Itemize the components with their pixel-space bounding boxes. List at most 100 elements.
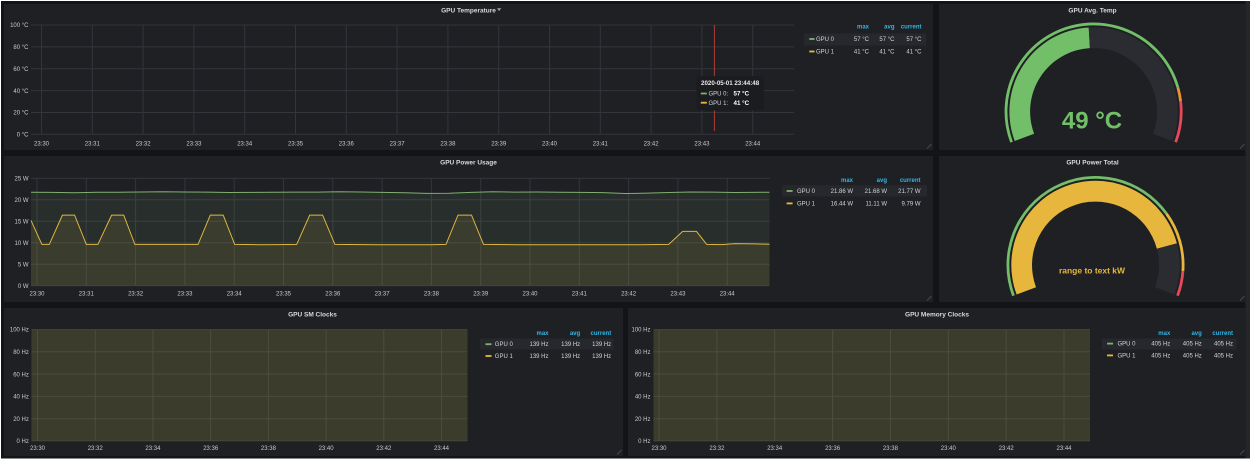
svg-text:20 Hz: 20 Hz	[635, 417, 651, 423]
svg-text:139 Hz: 139 Hz	[592, 342, 611, 348]
svg-text:23:40: 23:40	[542, 142, 558, 148]
svg-text:23:36: 23:36	[339, 142, 355, 148]
svg-text:current: current	[901, 25, 922, 31]
svg-text:23:30: 23:30	[34, 142, 50, 148]
svg-text:139 Hz: 139 Hz	[592, 354, 611, 360]
svg-text:57 °C: 57 °C	[734, 91, 750, 98]
svg-text:405 Hz: 405 Hz	[1214, 342, 1233, 348]
svg-text:23:32: 23:32	[709, 446, 725, 452]
svg-text:23:43: 23:43	[670, 292, 686, 298]
svg-text:41 °C: 41 °C	[854, 50, 870, 56]
svg-text:57 °C: 57 °C	[854, 37, 870, 43]
svg-text:23:32: 23:32	[136, 142, 152, 148]
svg-text:current: current	[900, 178, 921, 184]
svg-text:avg: avg	[877, 178, 888, 184]
svg-text:60 °C: 60 °C	[13, 67, 29, 73]
svg-text:23:38: 23:38	[883, 446, 899, 452]
svg-text:41 °C: 41 °C	[906, 50, 922, 56]
svg-text:GPU 0: GPU 0	[1118, 342, 1137, 348]
svg-text:23:36: 23:36	[203, 446, 219, 452]
svg-text:20 Hz: 20 Hz	[13, 417, 29, 423]
svg-text:49 °C: 49 °C	[1062, 107, 1122, 134]
svg-text:23:40: 23:40	[941, 446, 957, 452]
svg-text:139 Hz: 139 Hz	[529, 342, 548, 348]
svg-text:current: current	[591, 331, 612, 337]
svg-text:23:35: 23:35	[288, 142, 304, 148]
svg-text:avg: avg	[1191, 331, 1202, 337]
svg-text:41 °C: 41 °C	[734, 100, 750, 107]
svg-text:23:36: 23:36	[325, 292, 341, 298]
svg-text:23:33: 23:33	[186, 142, 202, 148]
svg-text:GPU 0: GPU 0	[797, 189, 816, 195]
svg-text:100 °C: 100 °C	[10, 23, 29, 29]
svg-text:23:30: 23:30	[30, 446, 46, 452]
svg-text:23:34: 23:34	[767, 446, 783, 452]
svg-text:23:38: 23:38	[424, 292, 440, 298]
svg-text:80 Hz: 80 Hz	[635, 350, 651, 356]
svg-text:16.44 W: 16.44 W	[831, 201, 854, 207]
svg-text:23:42: 23:42	[644, 142, 660, 148]
svg-text:405 Hz: 405 Hz	[1183, 353, 1202, 359]
svg-text:23:31: 23:31	[85, 142, 101, 148]
svg-text:23:44: 23:44	[1056, 446, 1072, 452]
svg-text:23:41: 23:41	[572, 292, 588, 298]
svg-text:20 °C: 20 °C	[13, 111, 29, 117]
svg-text:80 Hz: 80 Hz	[13, 350, 29, 356]
svg-text:GPU Temperature: GPU Temperature	[441, 7, 496, 14]
svg-text:avg: avg	[884, 25, 895, 31]
svg-text:41 °C: 41 °C	[879, 50, 895, 56]
svg-text:139 Hz: 139 Hz	[561, 342, 580, 348]
svg-text:GPU 0: GPU 0	[816, 37, 835, 43]
svg-text:0 °C: 0 °C	[17, 133, 29, 139]
svg-text:max: max	[857, 25, 870, 31]
svg-text:23:36: 23:36	[825, 446, 841, 452]
svg-text:20 W: 20 W	[14, 198, 28, 204]
svg-text:23:42: 23:42	[376, 446, 392, 452]
svg-text:23:40: 23:40	[319, 446, 335, 452]
svg-text:139 Hz: 139 Hz	[561, 354, 580, 360]
svg-text:GPU 1:: GPU 1:	[709, 101, 729, 107]
svg-text:23:30: 23:30	[651, 446, 667, 452]
svg-text:23:35: 23:35	[276, 292, 292, 298]
svg-text:100 Hz: 100 Hz	[10, 328, 29, 334]
svg-text:139 Hz: 139 Hz	[529, 354, 548, 360]
svg-text:23:42: 23:42	[999, 446, 1015, 452]
svg-text:23:40: 23:40	[522, 292, 538, 298]
svg-text:25 W: 25 W	[14, 177, 28, 183]
svg-text:23:34: 23:34	[237, 142, 253, 148]
svg-text:GPU Avg. Temp: GPU Avg. Temp	[1068, 7, 1116, 14]
svg-text:23:31: 23:31	[79, 292, 95, 298]
svg-text:GPU 1: GPU 1	[495, 354, 514, 360]
svg-text:GPU 1: GPU 1	[816, 50, 835, 56]
svg-text:60 Hz: 60 Hz	[13, 372, 29, 378]
svg-text:405 Hz: 405 Hz	[1151, 342, 1170, 348]
svg-text:11.11 W: 11.11 W	[866, 201, 888, 207]
svg-text:405 Hz: 405 Hz	[1214, 353, 1233, 359]
svg-text:23:43: 23:43	[694, 142, 710, 148]
svg-text:current: current	[1212, 331, 1233, 337]
svg-text:9.79 W: 9.79 W	[901, 201, 920, 207]
svg-text:21.77 W: 21.77 W	[898, 189, 921, 195]
svg-text:GPU SM Clocks: GPU SM Clocks	[288, 312, 337, 319]
svg-text:GPU Power Usage: GPU Power Usage	[440, 160, 497, 167]
svg-text:23:30: 23:30	[29, 292, 45, 298]
svg-text:60 Hz: 60 Hz	[635, 372, 651, 378]
svg-text:max: max	[841, 178, 854, 184]
svg-text:0 Hz: 0 Hz	[17, 439, 29, 445]
svg-text:GPU 1: GPU 1	[1118, 353, 1137, 359]
svg-text:40 Hz: 40 Hz	[13, 395, 29, 401]
svg-text:23:38: 23:38	[261, 446, 277, 452]
svg-text:23:32: 23:32	[88, 446, 104, 452]
svg-text:40 °C: 40 °C	[13, 89, 29, 95]
svg-text:avg: avg	[570, 331, 581, 337]
svg-text:80 °C: 80 °C	[13, 45, 29, 51]
svg-text:23:37: 23:37	[390, 142, 406, 148]
svg-text:15 W: 15 W	[14, 220, 28, 226]
svg-text:23:41: 23:41	[593, 142, 609, 148]
svg-text:23:39: 23:39	[491, 142, 507, 148]
svg-text:GPU 0:: GPU 0:	[709, 92, 729, 98]
svg-text:5 W: 5 W	[18, 263, 29, 269]
svg-text:23:34: 23:34	[145, 446, 161, 452]
svg-text:23:38: 23:38	[440, 142, 456, 148]
svg-text:23:33: 23:33	[177, 292, 193, 298]
